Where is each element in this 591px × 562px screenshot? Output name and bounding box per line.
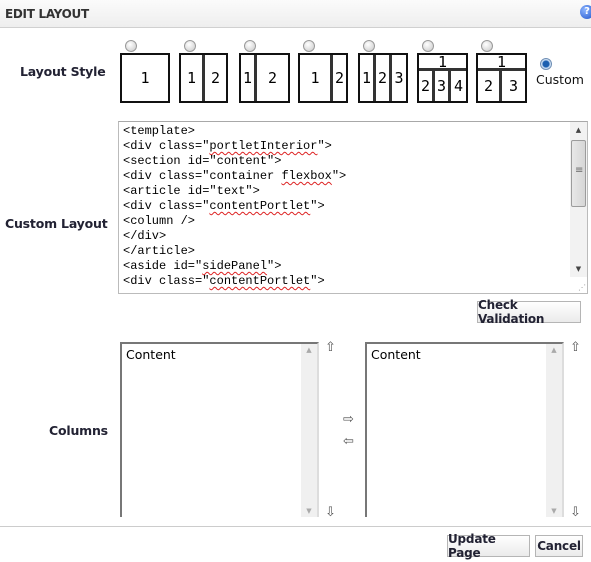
- layout-option-two-column-wide-narrow[interactable]: 1 2: [298, 53, 348, 103]
- left-columns-list[interactable]: Content ▲ ▼: [120, 342, 319, 517]
- layout-option-one-over-three[interactable]: 1 2 3 4: [417, 53, 468, 103]
- layout-cell: 1: [181, 55, 202, 101]
- layout-cell: 2: [257, 55, 288, 101]
- update-page-button[interactable]: Update Page: [447, 532, 530, 560]
- columns-label: Columns: [49, 423, 108, 438]
- layout-cell: 2: [478, 71, 499, 101]
- layout-radio-one-column[interactable]: [125, 40, 137, 52]
- layout-option-two-column-narrow-wide[interactable]: 1 2: [239, 53, 290, 103]
- layout-option-one-column[interactable]: 1: [120, 53, 170, 103]
- layout-cell: 2: [205, 55, 226, 101]
- layout-style-label: Layout Style: [20, 64, 106, 79]
- layout-cell: 3: [502, 71, 525, 101]
- list-item[interactable]: Content: [371, 347, 421, 362]
- cancel-button[interactable]: Cancel: [535, 535, 583, 557]
- custom-layout-label: Custom Layout: [5, 216, 108, 231]
- layout-option-one-over-two[interactable]: 1 2 3: [476, 53, 527, 103]
- footer-divider: [0, 526, 591, 527]
- layout-cell: 1: [122, 55, 168, 101]
- left-move-down-icon[interactable]: ⇩: [325, 506, 336, 519]
- check-validation-button[interactable]: Check Validation: [477, 298, 581, 326]
- custom-layout-textarea[interactable]: <template> <div class="portletInterior"> <…: [118, 121, 588, 294]
- resize-grip-icon[interactable]: ⋰: [578, 283, 586, 292]
- left-list-scrollbar[interactable]: ▲ ▼: [301, 344, 317, 517]
- code-line: <div class="portletInterior">: [123, 139, 332, 153]
- layout-radio-custom[interactable]: [540, 58, 552, 70]
- layout-cell: 1: [419, 53, 466, 71]
- spellcheck-word: portletInterior: [209, 139, 318, 153]
- code-line: <div class="contentPortlet">: [123, 274, 325, 288]
- scroll-down-icon[interactable]: ▼: [301, 507, 317, 515]
- scroll-up-icon[interactable]: ▲: [301, 346, 317, 354]
- spellcheck-word: sidePanel: [202, 259, 268, 273]
- code-line: <div class="container flexbox">: [123, 169, 347, 183]
- textarea-scrollbar[interactable]: ▲ ▼: [570, 122, 587, 277]
- layout-radio-two-column-equal[interactable]: [184, 40, 196, 52]
- code-line: <article id="text">: [123, 184, 260, 198]
- custom-layout-code[interactable]: <template> <div class="portletInterior"> <…: [123, 124, 346, 289]
- code-line: </article>: [123, 244, 196, 258]
- code-line: <div class="contentPortlet">: [123, 199, 325, 213]
- move-right-icon[interactable]: ⇨: [343, 413, 354, 426]
- move-left-icon[interactable]: ⇦: [343, 435, 354, 448]
- dialog-header: EDIT LAYOUT ?: [0, 0, 591, 28]
- scroll-thumb[interactable]: [571, 140, 586, 207]
- code-line: <aside id="sidePanel">: [123, 259, 282, 273]
- right-columns-list[interactable]: Content ▲ ▼: [365, 342, 564, 517]
- layout-cell: 3: [435, 71, 448, 101]
- scroll-down-icon[interactable]: ▼: [570, 261, 587, 277]
- layout-cell: 1: [478, 53, 525, 71]
- spellcheck-word: contentPortlet: [209, 199, 311, 213]
- code-line: <template>: [123, 124, 196, 138]
- layout-radio-two-column-wide-narrow[interactable]: [303, 40, 315, 52]
- spellcheck-word: flexbox: [281, 169, 332, 183]
- scroll-up-icon[interactable]: ▲: [570, 122, 587, 138]
- spellcheck-word: contentPortlet: [209, 274, 311, 288]
- list-item[interactable]: Content: [126, 347, 176, 362]
- code-line: </div>: [123, 229, 167, 243]
- left-move-up-icon[interactable]: ⇧: [325, 341, 336, 354]
- layout-cell: 1: [300, 55, 330, 101]
- layout-cell: 4: [451, 71, 466, 101]
- layout-cell: 2: [376, 55, 389, 101]
- right-move-up-icon[interactable]: ⇧: [570, 341, 581, 354]
- scroll-up-icon[interactable]: ▲: [546, 346, 562, 354]
- layout-option-three-column[interactable]: 1 2 3: [358, 53, 408, 103]
- layout-cell: 2: [333, 55, 346, 101]
- scroll-down-icon[interactable]: ▼: [546, 507, 562, 515]
- right-list-scrollbar[interactable]: ▲ ▼: [546, 344, 562, 517]
- code-line: <column />: [123, 214, 196, 228]
- help-icon[interactable]: ?: [580, 5, 591, 19]
- layout-radio-two-column-narrow-wide[interactable]: [244, 40, 256, 52]
- dialog-title: EDIT LAYOUT: [5, 7, 89, 21]
- layout-radio-one-over-three[interactable]: [422, 40, 434, 52]
- layout-cell: 1: [360, 55, 373, 101]
- layout-cell: 2: [419, 71, 432, 101]
- layout-option-two-column-equal[interactable]: 1 2: [179, 53, 228, 103]
- layout-radio-three-column[interactable]: [363, 40, 375, 52]
- layout-cell: 3: [392, 55, 406, 101]
- layout-radio-one-over-two[interactable]: [481, 40, 493, 52]
- custom-option-label[interactable]: Custom: [536, 72, 584, 87]
- code-line: <section id="content">: [123, 154, 282, 168]
- right-move-down-icon[interactable]: ⇩: [570, 506, 581, 519]
- layout-cell: 1: [241, 55, 254, 101]
